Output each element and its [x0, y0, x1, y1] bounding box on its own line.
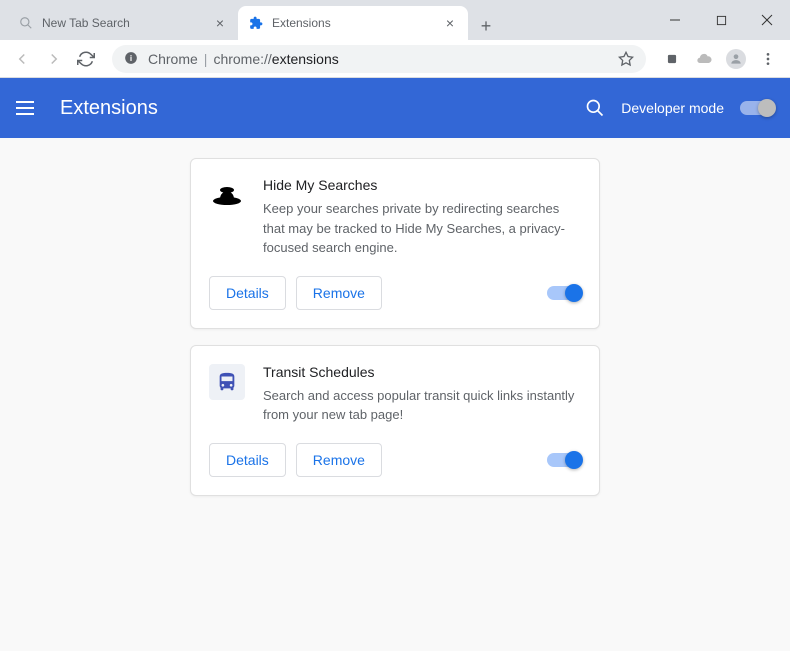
forward-button[interactable]: [40, 45, 68, 73]
remove-button[interactable]: Remove: [296, 443, 382, 477]
tab-new-tab-search[interactable]: New Tab Search ×: [8, 6, 238, 40]
extension-description: Keep your searches private by redirectin…: [263, 199, 581, 258]
tab-title: New Tab Search: [42, 16, 212, 30]
extension-toggle[interactable]: [547, 453, 581, 467]
puzzle-icon: [248, 15, 264, 31]
reload-button[interactable]: [72, 45, 100, 73]
new-tab-button[interactable]: +: [472, 12, 500, 40]
address-bar[interactable]: i Chrome | chrome://extensions: [112, 45, 646, 73]
close-window-button[interactable]: [744, 0, 790, 40]
tab-title: Extensions: [272, 16, 442, 30]
details-button[interactable]: Details: [209, 443, 286, 477]
extensions-list: Hide My Searches Keep your searches priv…: [0, 138, 790, 651]
back-button[interactable]: [8, 45, 36, 73]
site-info-icon[interactable]: i: [124, 51, 140, 67]
search-icon[interactable]: [585, 98, 605, 118]
close-icon[interactable]: ×: [212, 15, 228, 31]
extension-toggle[interactable]: [547, 286, 581, 300]
tab-extensions[interactable]: Extensions ×: [238, 6, 468, 40]
developer-mode-toggle[interactable]: [740, 101, 774, 115]
developer-mode-label: Developer mode: [621, 100, 724, 116]
extension-puzzle-icon[interactable]: [658, 45, 686, 73]
titlebar: New Tab Search × Extensions × +: [0, 0, 790, 40]
details-button[interactable]: Details: [209, 276, 286, 310]
extension-description: Search and access popular transit quick …: [263, 386, 581, 425]
minimize-button[interactable]: [652, 0, 698, 40]
maximize-button[interactable]: [698, 0, 744, 40]
omnibox-path: extensions: [272, 51, 339, 67]
menu-icon[interactable]: [16, 96, 40, 120]
menu-kebab-icon[interactable]: [754, 45, 782, 73]
extension-card-transit-schedules: Transit Schedules Search and access popu…: [190, 345, 600, 496]
extension-name: Transit Schedules: [263, 364, 581, 380]
bus-icon: [209, 364, 245, 400]
omnibox-path-prefix: chrome://: [213, 51, 271, 67]
hat-icon: [209, 177, 245, 213]
toolbar: i Chrome | chrome://extensions: [0, 40, 790, 78]
extension-name: Hide My Searches: [263, 177, 581, 193]
search-icon: [18, 15, 34, 31]
svg-text:i: i: [130, 53, 132, 62]
page-title: Extensions: [60, 97, 158, 120]
bookmark-star-icon[interactable]: [618, 51, 634, 67]
extension-card-hide-my-searches: Hide My Searches Keep your searches priv…: [190, 158, 600, 329]
remove-button[interactable]: Remove: [296, 276, 382, 310]
extensions-header: Extensions Developer mode: [0, 78, 790, 138]
extension-cloud-icon[interactable]: [690, 45, 718, 73]
close-icon[interactable]: ×: [442, 15, 458, 31]
profile-avatar[interactable]: [722, 45, 750, 73]
omnibox-origin: Chrome: [148, 51, 198, 67]
